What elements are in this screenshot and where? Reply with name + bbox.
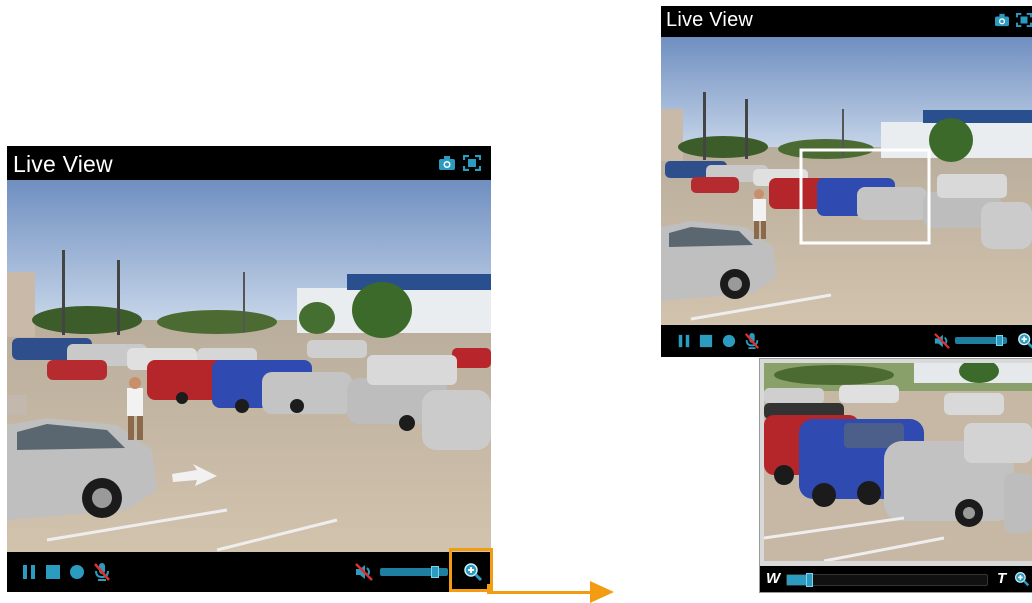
stop-icon[interactable] [699,334,713,353]
zoom-slider-knob[interactable] [806,573,813,587]
secondary-control-bar [661,325,1032,357]
zoom-icon[interactable] [1017,332,1032,355]
zoom-slider-fill [787,575,807,585]
pause-icon[interactable] [21,564,37,585]
arrow-head [590,581,614,603]
main-title-bar: Live View [7,146,491,180]
pause-icon[interactable] [677,334,691,353]
zoom-wide-label[interactable]: W [766,570,780,587]
camera-icon[interactable] [994,13,1012,29]
fullscreen-icon[interactable] [1016,12,1032,29]
record-icon[interactable] [69,564,85,585]
secondary-camera-feed[interactable] [661,37,1032,325]
secondary-live-view-panel: Live View [661,6,1032,357]
speaker-muted-icon[interactable] [933,333,951,354]
record-icon[interactable] [722,334,736,353]
main-camera-feed[interactable] [7,180,491,552]
arrow-connector-horizontal [487,591,593,594]
zoom-control-bar: W T [760,566,1032,592]
volume-slider-knob[interactable] [431,566,439,578]
mic-muted-icon[interactable] [744,332,760,355]
volume-slider[interactable] [380,566,448,578]
zoom-tele-label[interactable]: T [997,570,1006,587]
secondary-title-bar: Live View [661,6,1032,37]
digital-zoom-window: W T [759,358,1032,593]
stop-icon[interactable] [45,564,61,585]
volume-slider-knob[interactable] [996,335,1003,346]
main-view-title: Live View [13,151,113,177]
zoom-slider[interactable] [786,573,988,587]
secondary-view-title: Live View [666,9,754,31]
zoomed-camera-feed[interactable] [764,363,1032,561]
main-control-bar [7,552,491,592]
camera-icon[interactable] [438,155,456,171]
fullscreen-icon[interactable] [462,154,482,172]
main-live-view-panel: Live View [7,146,491,592]
volume-slider[interactable] [955,335,1007,346]
speaker-muted-icon[interactable] [354,563,374,586]
mic-muted-icon[interactable] [93,562,111,587]
zoom-icon[interactable] [1014,571,1030,592]
